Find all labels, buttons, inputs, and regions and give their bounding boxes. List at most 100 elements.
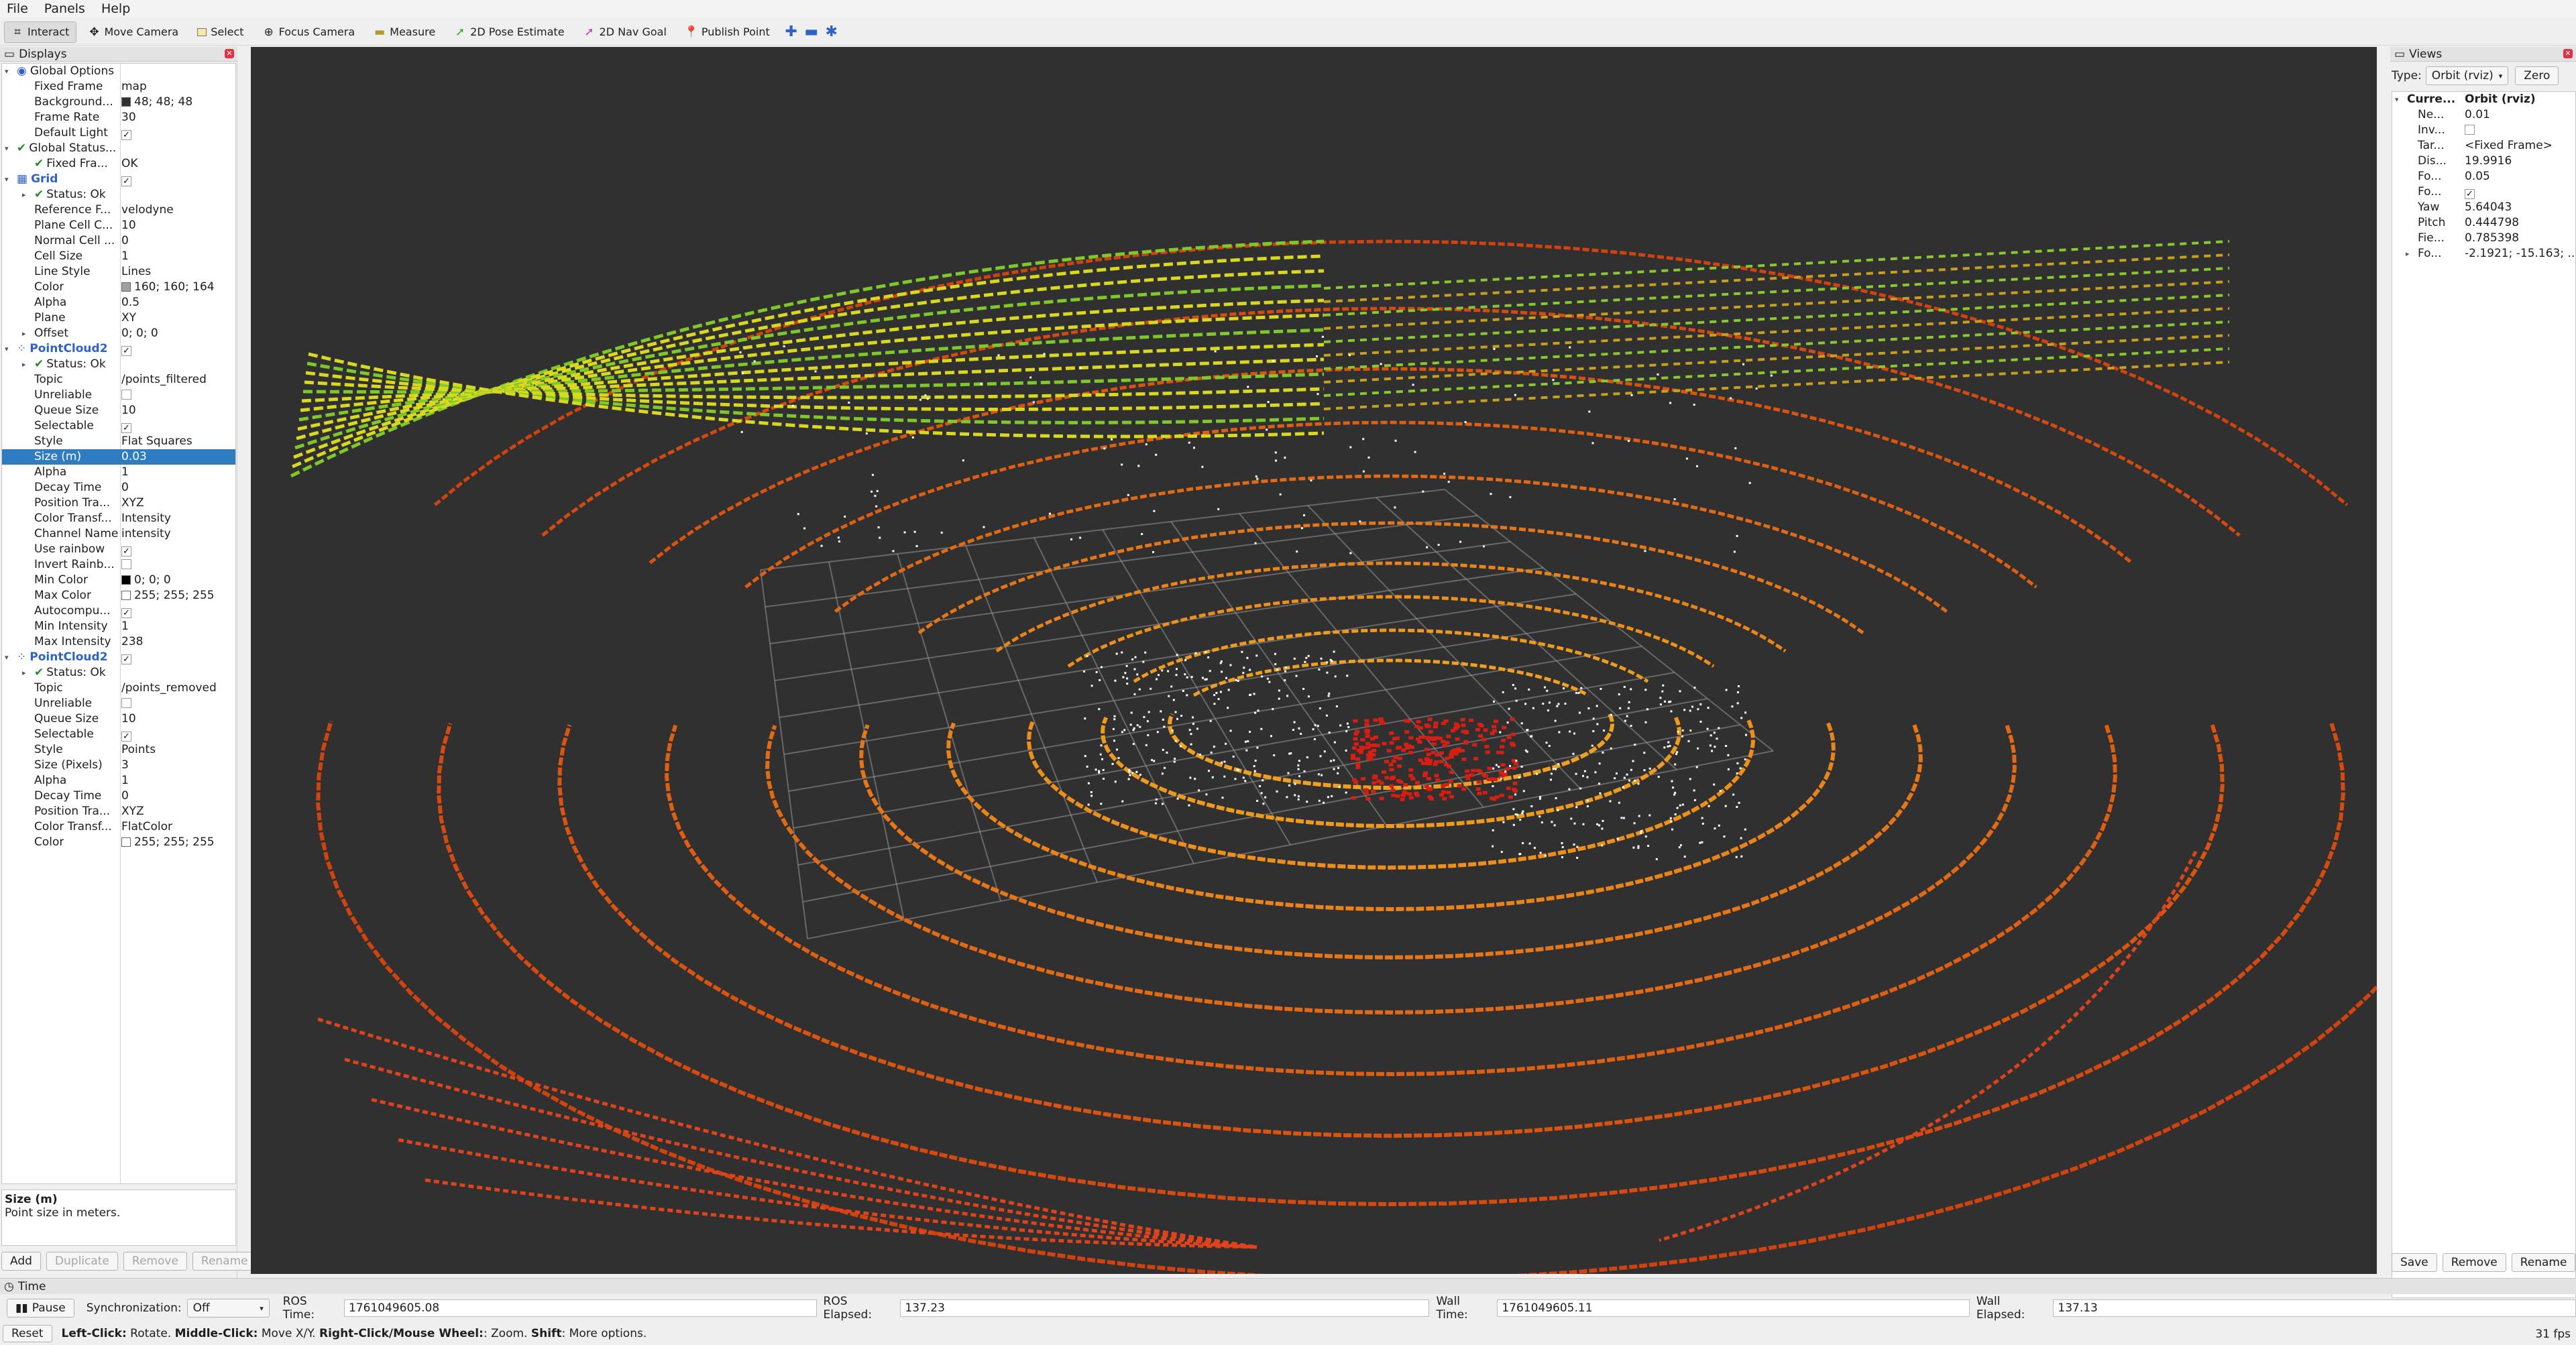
remove-display-button[interactable]: Remove: [123, 1252, 187, 1271]
view-property-value[interactable]: 19.9916: [2465, 154, 2575, 169]
property-value[interactable]: ✓: [121, 418, 235, 434]
display-property-row[interactable]: Selectable ✓: [2, 418, 235, 434]
ros-time-field[interactable]: 1761049605.08: [343, 1299, 817, 1317]
property-value[interactable]: 0; 0; 0: [121, 326, 235, 341]
display-property-row[interactable]: ▸ ✔ Status: Ok: [2, 187, 235, 202]
display-property-row[interactable]: Style Flat Squares: [2, 434, 235, 449]
interact-tool-button[interactable]: ⌗ Interact: [4, 21, 77, 43]
checkbox[interactable]: ✓: [121, 654, 131, 664]
rename-display-button[interactable]: Rename: [192, 1252, 257, 1271]
display-property-row[interactable]: Topic/points_removed: [2, 681, 235, 696]
display-property-row[interactable]: Normal Cell ... 0: [2, 233, 235, 249]
property-value[interactable]: Intensity: [121, 511, 235, 526]
menu-file[interactable]: File: [7, 1, 28, 16]
chevron-down-icon[interactable]: ▾: [5, 64, 9, 79]
property-value[interactable]: ✓: [121, 650, 235, 665]
view-property-row[interactable]: Pitch 0.444798: [2392, 215, 2575, 231]
property-value[interactable]: 0: [121, 233, 235, 249]
checkbox[interactable]: [121, 559, 131, 569]
property-value[interactable]: 0; 0; 0: [121, 573, 235, 588]
property-value[interactable]: 10: [121, 711, 235, 727]
view-property-row[interactable]: Inv...: [2392, 123, 2575, 138]
property-value[interactable]: XYZ: [121, 495, 235, 511]
property-value[interactable]: 1: [121, 249, 235, 264]
measure-tool-button[interactable]: ▬ Measure: [366, 21, 443, 43]
display-property-row[interactable]: Position Tra... XYZ: [2, 804, 235, 819]
checkbox[interactable]: [121, 698, 131, 708]
view-property-value[interactable]: 0.785398: [2465, 231, 2575, 246]
display-property-row[interactable]: Frame Rate 30: [2, 110, 235, 125]
focus-camera-tool-button[interactable]: ⊕ Focus Camera: [256, 21, 363, 43]
3d-render-viewport[interactable]: [251, 47, 2377, 1274]
chevron-right-icon[interactable]: ▸: [22, 326, 26, 341]
chevron-down-icon[interactable]: ▾: [5, 172, 9, 187]
checkbox[interactable]: [121, 390, 131, 400]
property-value[interactable]: [121, 388, 235, 403]
property-value[interactable]: ✓: [121, 172, 235, 187]
display-property-row[interactable]: Decay Time 0: [2, 788, 235, 804]
rename-view-button[interactable]: Rename: [2511, 1253, 2576, 1272]
chevron-right-icon[interactable]: ▸: [2406, 246, 2410, 261]
view-property-row[interactable]: Dis... 19.9916: [2392, 154, 2575, 169]
view-property-row[interactable]: Fie... 0.785398: [2392, 231, 2575, 246]
view-property-value[interactable]: 5.64043: [2465, 200, 2575, 215]
property-value[interactable]: [121, 557, 235, 573]
property-value[interactable]: ✓: [121, 727, 235, 742]
property-value[interactable]: 0.03: [121, 449, 235, 465]
display-property-row[interactable]: Channel Name intensity: [2, 526, 235, 542]
view-property-row[interactable]: Yaw 5.64043: [2392, 200, 2575, 215]
property-value[interactable]: 1: [121, 619, 235, 634]
checkbox[interactable]: ✓: [2465, 189, 2475, 199]
display-property-row[interactable]: Alpha 1: [2, 773, 235, 788]
property-value[interactable]: ✓: [121, 542, 235, 557]
chevron-right-icon[interactable]: ▸: [22, 665, 26, 681]
display-property-row[interactable]: Alpha 1: [2, 465, 235, 480]
save-view-button[interactable]: Save: [2392, 1253, 2437, 1272]
display-property-row[interactable]: Reference F... velodyne: [2, 202, 235, 218]
pose-estimate-tool-button[interactable]: ➚ 2D Pose Estimate: [447, 21, 571, 43]
display-property-row[interactable]: Max Intensity 238: [2, 634, 235, 650]
property-value[interactable]: 160; 160; 164: [121, 280, 235, 295]
nav-goal-tool-button[interactable]: ➚ 2D Nav Goal: [576, 21, 674, 43]
property-value[interactable]: Flat Squares: [121, 434, 235, 449]
property-value[interactable]: XY: [121, 310, 235, 326]
chevron-down-icon[interactable]: ▾: [5, 650, 9, 665]
display-property-row[interactable]: Selectable ✓: [2, 727, 235, 742]
display-property-row[interactable]: Autocompu... ✓: [2, 603, 235, 619]
chevron-right-icon[interactable]: ▸: [22, 357, 26, 372]
view-property-value[interactable]: -2.1921; -15.163; ...: [2465, 246, 2575, 261]
property-value[interactable]: 255; 255; 255: [121, 835, 235, 850]
add-display-button[interactable]: Add: [1, 1252, 41, 1271]
view-type-select[interactable]: Orbit (rviz) ▾: [2425, 66, 2509, 85]
property-value[interactable]: [121, 696, 235, 711]
view-property-row[interactable]: Fo... ✓: [2392, 184, 2575, 200]
property-value[interactable]: XYZ: [121, 804, 235, 819]
view-property-row[interactable]: Fo... 0.05: [2392, 169, 2575, 184]
display-property-row[interactable]: Fixed Frame map: [2, 79, 235, 95]
view-property-value[interactable]: Orbit (rviz): [2465, 92, 2575, 107]
property-value[interactable]: 48; 48; 48: [121, 95, 235, 110]
display-property-row[interactable]: Size (Pixels) 3: [2, 758, 235, 773]
view-property-value[interactable]: ✓: [2465, 184, 2575, 200]
menu-help[interactable]: Help: [101, 1, 130, 16]
display-property-row[interactable]: Use rainbow ✓: [2, 542, 235, 557]
close-icon[interactable]: ✕: [225, 49, 234, 58]
checkbox[interactable]: ✓: [121, 732, 131, 742]
display-property-row[interactable]: Unreliable: [2, 696, 235, 711]
property-value[interactable]: 30: [121, 110, 235, 125]
reset-button[interactable]: Reset: [3, 1325, 52, 1342]
chevron-down-icon[interactable]: ▾: [5, 141, 9, 156]
property-value[interactable]: ✓: [121, 341, 235, 357]
display-property-row[interactable]: ▸ Offset 0; 0; 0: [2, 326, 235, 341]
display-property-row[interactable]: Topic/points_filtered: [2, 372, 235, 388]
property-value[interactable]: 255; 255; 255: [121, 588, 235, 603]
move-camera-tool-button[interactable]: ✥ Move Camera: [80, 21, 186, 43]
display-property-row[interactable]: Cell Size 1: [2, 249, 235, 264]
checkbox[interactable]: [2465, 125, 2475, 135]
checkbox[interactable]: ✓: [121, 608, 131, 618]
display-property-row[interactable]: Queue Size 10: [2, 403, 235, 418]
checkbox[interactable]: ✓: [121, 176, 131, 186]
display-property-row[interactable]: ▸ ✔ Status: Ok: [2, 357, 235, 372]
view-property-value[interactable]: <Fixed Frame>: [2465, 138, 2575, 154]
property-value[interactable]: 3: [121, 758, 235, 773]
